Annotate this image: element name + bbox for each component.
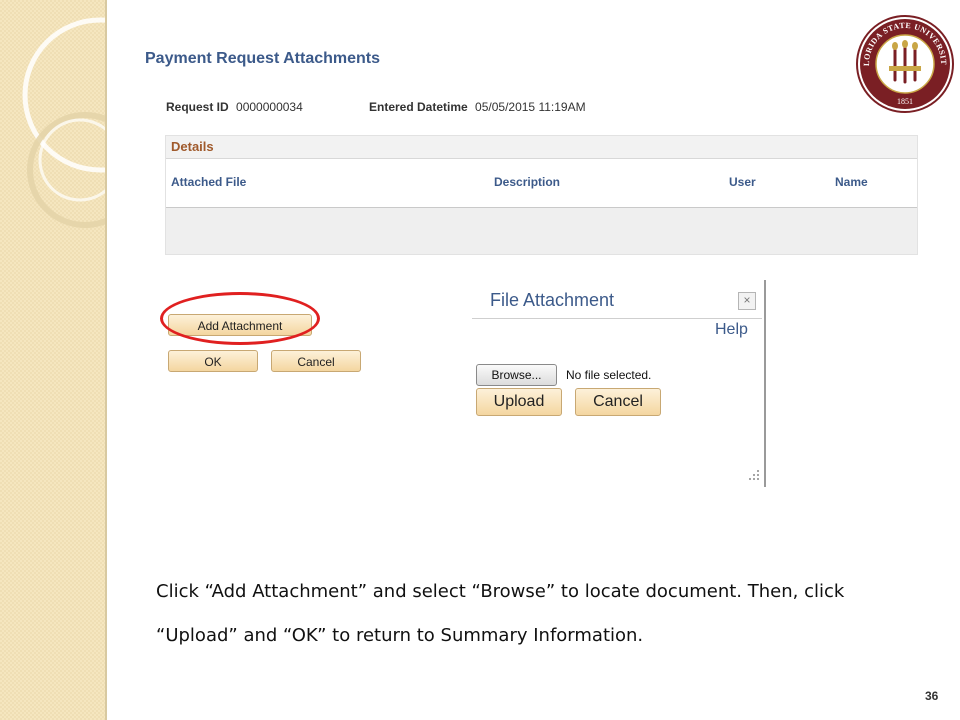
column-user[interactable]: User [729,175,756,189]
file-status: No file selected. [566,368,652,382]
page-number: 36 [925,689,939,703]
decorative-side-band [0,0,107,720]
details-column-headers: Attached File Description User Name [166,158,917,208]
highlight-ring [160,292,320,345]
dialog-cancel-button[interactable]: Cancel [575,388,661,416]
page-title: Payment Request Attachments [145,50,381,67]
university-seal-logo: FLORIDA STATE UNIVERSITY 1851 [855,14,954,113]
svg-text:1851: 1851 [897,97,913,106]
entered-datetime: Entered Datetime 05/05/2015 11:19AM [369,100,586,114]
entered-datetime-value: 05/05/2015 11:19AM [475,100,586,114]
browse-button[interactable]: Browse... [476,364,557,386]
resize-grip-icon[interactable] [746,468,760,482]
request-id: Request ID 0000000034 [166,100,303,114]
dialog-divider [472,318,762,319]
dialog-title: File Attachment [490,290,615,310]
request-id-value: 0000000034 [236,100,303,114]
upload-button[interactable]: Upload [476,388,562,416]
column-description[interactable]: Description [494,175,560,189]
slide-instruction: Click “Add Attachment” and select “Brows… [156,581,845,646]
close-icon[interactable]: × [738,292,756,310]
decorative-circles [22,17,105,228]
details-grid: Details Attached File Description User N… [165,135,918,255]
cancel-button[interactable]: Cancel [271,350,361,372]
ok-button[interactable]: OK [168,350,258,372]
file-attachment-dialog: File Attachment × Help Browse... No file… [472,280,766,487]
column-attached-file[interactable]: Attached File [171,175,246,189]
help-link[interactable]: Help [715,321,748,339]
column-name[interactable]: Name [835,175,868,189]
details-heading: Details [166,136,917,158]
request-id-label: Request ID [166,100,229,114]
entered-datetime-label: Entered Datetime [369,100,468,114]
